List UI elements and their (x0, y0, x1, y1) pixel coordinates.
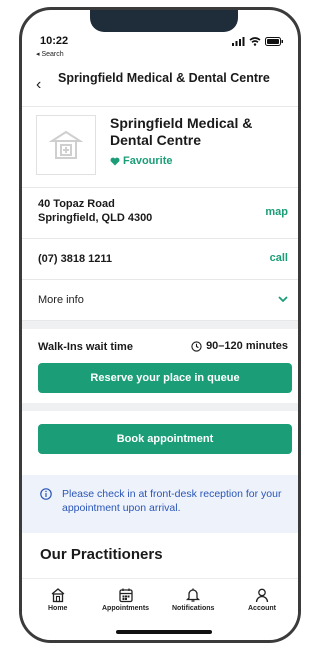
system-icons (232, 37, 284, 46)
bell-icon (186, 588, 201, 602)
clinic-name: Springfield Medical & Dental Centre (110, 115, 253, 148)
home-indicator (116, 630, 212, 634)
notice-box: Please check in at front-desk reception … (22, 475, 298, 533)
page-title: Springfield Medical & Dental Centre (58, 71, 270, 85)
clock-icon (191, 340, 202, 352)
signal-icon (232, 37, 245, 46)
walk-in-wait-time: 90–120 minutes (206, 340, 288, 352)
phone-frame: 10:22 ◂ Search ‹ Springfield Medical & D… (19, 7, 301, 643)
tab-label: Appointments (102, 605, 150, 612)
battery-icon (265, 37, 283, 46)
heart-icon (110, 157, 120, 165)
more-info-label: More info (38, 294, 84, 306)
tab-account[interactable]: Account (248, 587, 276, 612)
map-link[interactable]: map (265, 206, 288, 218)
chevron-down-icon (278, 296, 288, 303)
book-appointment-button[interactable]: Book appointment (38, 424, 292, 454)
tab-label: Notifications (172, 605, 215, 612)
tab-label: Account (248, 605, 276, 612)
phone-number: (07) 3818 1211 (38, 253, 113, 265)
address-text: 40 Topaz Road Springfield, QLD 4300 (38, 197, 152, 225)
tab-notifications[interactable]: Notifications (172, 587, 214, 612)
practitioners-heading: Our Practitioners (40, 546, 163, 563)
divider-band (22, 403, 298, 411)
favourite-toggle[interactable]: Favourite (110, 155, 173, 167)
wifi-icon (249, 37, 261, 46)
address-line1: 40 Topaz Road (38, 198, 115, 210)
walk-in-wait: 90–120 minutes (191, 340, 288, 352)
back-chevron-icon[interactable]: ‹ (36, 76, 41, 94)
nav-header: ‹ Springfield Medical & Dental Centre (22, 68, 298, 107)
notice-text: Please check in at front-desk reception … (62, 488, 282, 514)
address-line2: Springfield, QLD 4300 (38, 212, 153, 224)
divider-band (22, 321, 298, 329)
info-icon (40, 488, 52, 500)
clinic-card: Springfield Medical & Dental Centre Favo… (22, 107, 298, 188)
home-icon (51, 588, 65, 603)
call-link[interactable]: call (270, 252, 288, 264)
status-bar: 10:22 ◂ Search (22, 10, 298, 60)
status-time: 10:22 (40, 35, 69, 47)
calendar-icon (118, 588, 133, 603)
favourite-label: Favourite (123, 155, 173, 167)
user-icon (255, 588, 269, 603)
tab-home[interactable]: Home (48, 587, 67, 612)
walk-in-label: Walk-Ins wait time (38, 341, 133, 353)
phone-row: (07) 3818 1211 call (22, 239, 298, 280)
address-row: 40 Topaz Road Springfield, QLD 4300 map (22, 188, 298, 239)
reserve-queue-button[interactable]: Reserve your place in queue (38, 363, 292, 393)
tab-label: Home (48, 605, 68, 612)
tab-appointments[interactable]: Appointments (102, 587, 149, 612)
back-to-search-link[interactable]: ◂ Search (36, 50, 64, 58)
more-info-row[interactable]: More info (22, 280, 298, 321)
clinic-logo (36, 115, 96, 175)
clinic-building-icon (49, 130, 83, 159)
